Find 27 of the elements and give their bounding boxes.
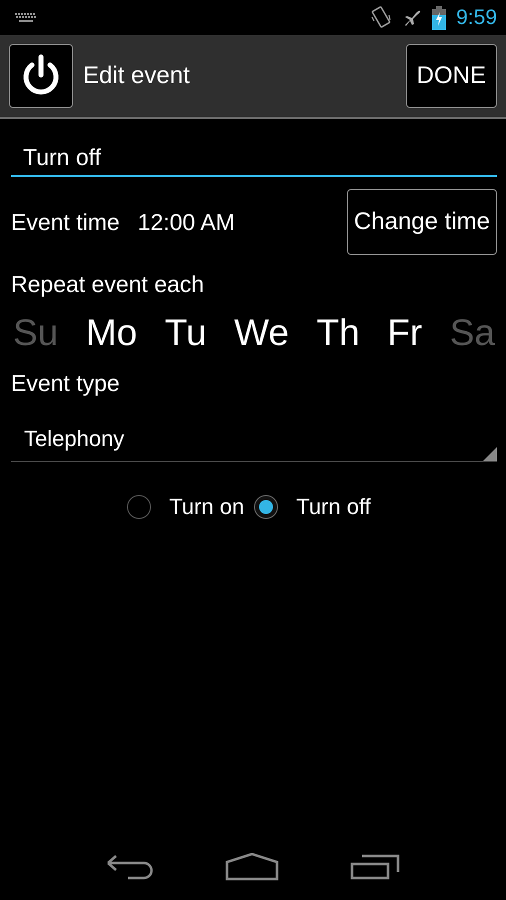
done-button[interactable]: DONE [406,44,497,108]
clock-time: 9:59 [456,6,497,30]
home-icon[interactable] [224,853,279,881]
event-type-label: Event type [11,370,121,397]
keyboard-icon [15,12,37,22]
day-toggle[interactable]: Mo [86,312,138,354]
battery-icon [432,6,446,30]
change-time-button[interactable]: Change time [346,189,497,255]
day-toggle[interactable]: We [234,312,289,354]
day-toggle[interactable]: Tu [164,312,207,354]
radio-label[interactable]: Turn on [169,494,244,520]
radio-label[interactable]: Turn off [296,494,371,520]
name-field[interactable]: Turn off [11,139,497,177]
vibrate-icon [370,4,392,30]
event-time-label: Event time [11,208,120,236]
day-toggle[interactable]: Th [316,312,360,354]
repeat-label: Repeat event each [11,271,206,298]
recent-apps-icon[interactable] [350,854,400,880]
power-icon[interactable] [9,44,73,108]
radio-button[interactable] [254,495,278,519]
event-time-value: 12:00 AM [138,208,236,236]
dropdown-arrow-icon [483,447,497,461]
back-icon[interactable] [106,854,154,880]
event-type-dropdown[interactable]: Telephony [11,417,497,462]
radio-button[interactable] [127,495,152,519]
day-toggle[interactable]: Fr [387,312,422,354]
screen-title: Edit event [83,62,191,90]
